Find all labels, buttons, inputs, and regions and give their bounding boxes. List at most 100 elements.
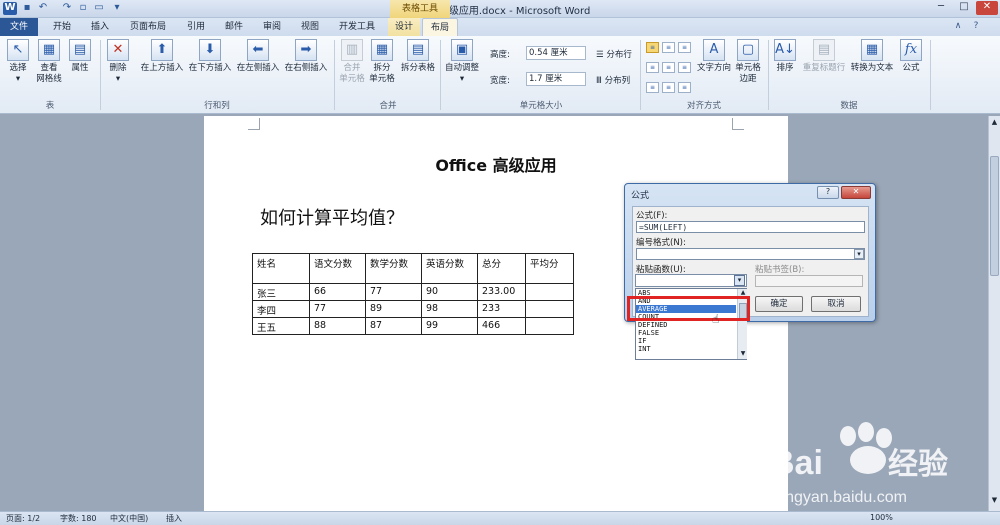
insert-right-button[interactable]: ➡ 在右侧插入 [282, 39, 330, 74]
align-bottom-center-button[interactable]: ≡ [662, 82, 675, 93]
paste-function-select[interactable] [635, 274, 747, 287]
page-count[interactable]: 页面: 1/2 [6, 513, 40, 524]
word-count[interactable]: 字数: 180 [60, 513, 97, 524]
insert-mode[interactable]: 插入 [166, 513, 182, 524]
list-item[interactable]: INT [636, 345, 736, 353]
highlight-box [627, 296, 750, 321]
tab-review[interactable]: 审阅 [254, 18, 290, 36]
table-cell[interactable]: 98 [421, 300, 478, 318]
tab-references[interactable]: 引用 [178, 18, 214, 36]
scroll-down-icon[interactable]: ▼ [739, 350, 747, 357]
language-indicator[interactable]: 中文(中国) [110, 513, 148, 524]
split-cells-icon: ▦ [371, 39, 393, 61]
maximize-icon[interactable]: □ [953, 1, 975, 15]
insert-right-icon: ➡ [295, 39, 317, 61]
align-top-left-button[interactable]: ≡ [646, 42, 659, 53]
distribute-columns-button[interactable]: Ⅲ 分布列 [596, 74, 630, 86]
table-cell[interactable] [525, 300, 574, 318]
table-cell[interactable]: 89 [365, 300, 422, 318]
list-item[interactable]: IF [636, 337, 736, 345]
minimize-icon[interactable]: ─ [930, 1, 952, 15]
help-button[interactable]: ? [817, 186, 839, 199]
align-middle-center-button[interactable]: ≡ [662, 62, 675, 73]
collapse-ribbon-icon[interactable]: ∧ [952, 21, 964, 33]
table-cell[interactable]: 77 [365, 283, 422, 301]
table-cell[interactable]: 233 [477, 300, 526, 318]
insert-below-button[interactable]: ⬇ 在下方插入 [186, 39, 234, 74]
chevron-down-icon[interactable]: ▾ [734, 275, 745, 286]
distribute-rows-button[interactable]: ☰ 分布行 [596, 48, 632, 60]
group-label-alignment: 对齐方式 [686, 101, 721, 111]
table-cell[interactable]: 233.00 [477, 283, 526, 301]
table-header-cell[interactable]: 平均分 [525, 253, 574, 284]
tab-insert[interactable]: 插入 [82, 18, 118, 36]
table-header-cell[interactable]: 姓名 [252, 253, 310, 284]
tab-mailings[interactable]: 邮件 [216, 18, 252, 36]
zoom-level[interactable]: 100% [870, 513, 893, 522]
table-cell[interactable] [525, 283, 574, 301]
tab-developer[interactable]: 开发工具 [332, 18, 382, 36]
align-middle-left-button[interactable]: ≡ [646, 62, 659, 73]
tab-view[interactable]: 视图 [292, 18, 328, 36]
repeat-header-rows-button[interactable]: ▤ 重复标题行 [800, 39, 848, 74]
scores-table[interactable]: 姓名 语文分数 数学分数 英语分数 总分 平均分 张三 66 77 90 233… [252, 253, 574, 335]
ok-button[interactable]: 确定 [755, 296, 803, 312]
properties-button[interactable]: ▤ 属性 [66, 39, 94, 74]
text-direction-button[interactable]: A 文字方向 [694, 39, 734, 74]
select-button[interactable]: ↖ 选择 ▾ [2, 39, 34, 85]
scroll-up-icon[interactable]: ▲ [739, 289, 747, 296]
list-item[interactable]: DEFINED [636, 321, 736, 329]
help-icon[interactable]: ? [970, 21, 982, 33]
split-table-button[interactable]: ▤ 拆分表格 [398, 39, 438, 74]
table-cell[interactable]: 77 [309, 300, 366, 318]
table-cell[interactable] [525, 317, 574, 335]
table-header-cell[interactable]: 语文分数 [309, 253, 366, 284]
tab-design[interactable]: 设计 [388, 18, 420, 36]
merge-cells-button[interactable]: ▥ 合并 单元格 [338, 39, 366, 85]
list-item[interactable]: FALSE [636, 329, 736, 337]
number-format-select[interactable] [636, 248, 865, 260]
watermark-url: jingyan.baidu.com [777, 489, 907, 506]
column-width-input[interactable]: 1.7 厘米 [526, 72, 586, 86]
autofit-button[interactable]: ▣ 自动调整 ▾ [442, 39, 482, 85]
align-bottom-right-button[interactable]: ≡ [678, 82, 691, 93]
formula-input[interactable]: =SUM(LEFT) [636, 221, 865, 233]
split-cells-button[interactable]: ▦ 拆分 单元格 [368, 39, 396, 85]
table-cell[interactable]: 99 [421, 317, 478, 335]
tab-layout[interactable]: 布局 [422, 18, 458, 36]
table-cell[interactable]: 90 [421, 283, 478, 301]
dialog-close-button[interactable]: ✕ [841, 186, 871, 199]
align-top-center-button[interactable]: ≡ [662, 42, 675, 53]
table-header-cell[interactable]: 数学分数 [365, 253, 422, 284]
align-bottom-left-button[interactable]: ≡ [646, 82, 659, 93]
insert-left-button[interactable]: ⬅ 在左侧插入 [234, 39, 282, 74]
align-middle-right-button[interactable]: ≡ [678, 62, 691, 73]
formula-button[interactable]: fx 公式 [896, 39, 926, 74]
close-icon[interactable]: ✕ [976, 1, 998, 15]
table-cell[interactable]: 87 [365, 317, 422, 335]
view-gridlines-button[interactable]: ▦ 查看 网格线 [32, 39, 66, 85]
cancel-button[interactable]: 取消 [811, 296, 861, 312]
table-cell[interactable]: 王五 [252, 317, 310, 335]
table-cell[interactable]: 466 [477, 317, 526, 335]
convert-to-text-button[interactable]: ▦ 转换为文本 [848, 39, 896, 74]
table-header-cell[interactable]: 英语分数 [421, 253, 478, 284]
table-cell[interactable]: 张三 [252, 283, 310, 301]
scroll-up-icon[interactable]: ▲ [990, 118, 999, 127]
align-top-right-button[interactable]: ≡ [678, 42, 691, 53]
scroll-thumb[interactable] [990, 156, 999, 276]
cell-margins-button[interactable]: ▢ 单元格 边距 [734, 39, 762, 85]
delete-button[interactable]: ✕ 删除 ▾ [104, 39, 132, 85]
sort-button[interactable]: A↓ 排序 [770, 39, 800, 74]
table-header-cell[interactable]: 总分 [477, 253, 526, 284]
table-cell[interactable]: 66 [309, 283, 366, 301]
table-cell[interactable]: 李四 [252, 300, 310, 318]
tab-page-layout[interactable]: 页面布局 [120, 18, 176, 36]
chevron-down-icon[interactable]: ▾ [854, 249, 864, 259]
tab-file[interactable]: 文件 [0, 18, 38, 36]
paste-bookmark-select[interactable] [755, 275, 863, 287]
tab-home[interactable]: 开始 [44, 18, 80, 36]
insert-above-button[interactable]: ⬆ 在上方插入 [138, 39, 186, 74]
table-cell[interactable]: 88 [309, 317, 366, 335]
row-height-input[interactable]: 0.54 厘米 [526, 46, 586, 60]
